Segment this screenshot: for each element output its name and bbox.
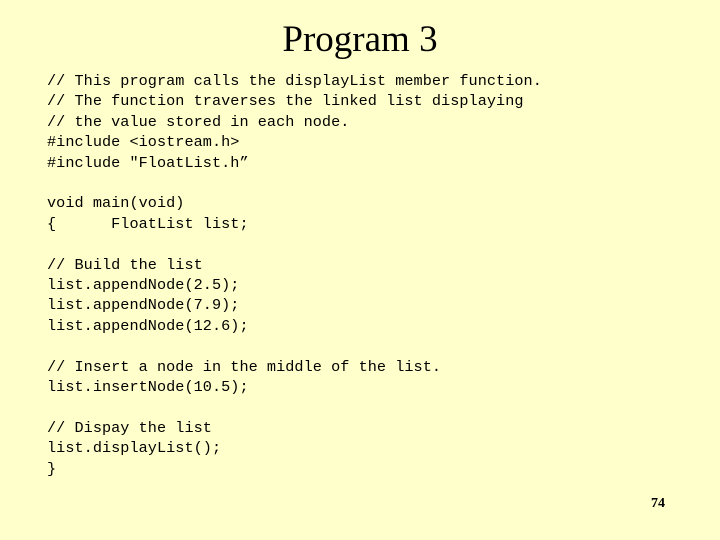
- code-line: list.appendNode(2.5);: [47, 276, 240, 295]
- code-line: list.displayList();: [47, 439, 222, 458]
- code-line: // the value stored in each node.: [47, 112, 350, 131]
- code-line: list.appendNode(12.6);: [47, 316, 249, 335]
- page-number: 74: [651, 496, 665, 511]
- slide-canvas: Program 3 // This program calls the disp…: [0, 0, 720, 540]
- code-line: { FloatList list;: [47, 214, 249, 233]
- code-line: void main(void): [47, 194, 185, 213]
- code-line: list.insertNode(10.5);: [47, 378, 249, 397]
- code-line: #include "FloatList.h”: [47, 153, 249, 172]
- code-line: }: [47, 459, 57, 478]
- code-listing: // This program calls the displayList me…: [47, 71, 687, 479]
- code-line: // The function traverses the linked lis…: [47, 92, 524, 111]
- code-line: #include <iostream.h>: [47, 133, 240, 152]
- code-line: // Dispay the list: [47, 418, 212, 437]
- code-line: // Build the list: [47, 255, 203, 274]
- code-line: // This program calls the displayList me…: [47, 72, 542, 90]
- code-line: // Insert a node in the middle of the li…: [47, 357, 442, 376]
- page-title: Program 3: [282, 19, 438, 60]
- code-line: list.appendNode(7.9);: [47, 296, 240, 315]
